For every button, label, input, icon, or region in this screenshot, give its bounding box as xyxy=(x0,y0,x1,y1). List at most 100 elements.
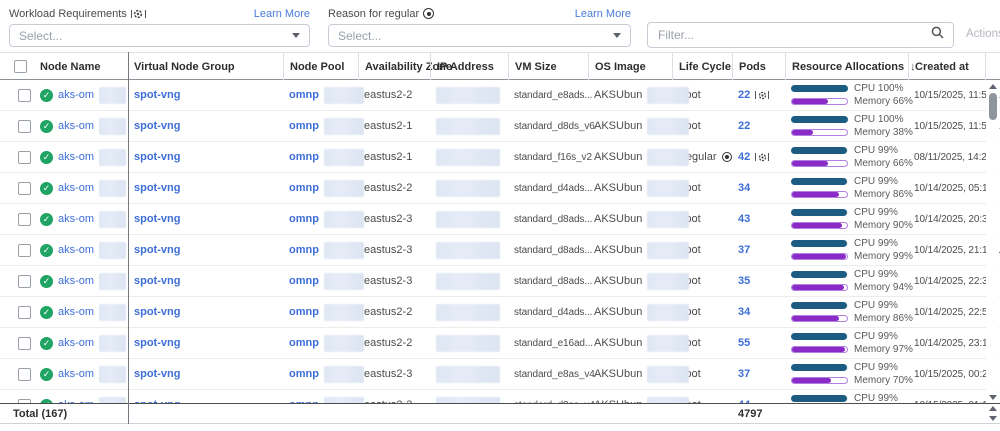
node-name-link[interactable]: aks-om xyxy=(58,151,94,163)
virtual-node-group-cell: spot-vng xyxy=(128,151,283,163)
virtual-node-group-link[interactable]: spot-vng xyxy=(134,182,180,194)
resource-allocations-cell: CPU 99% Memory 86% xyxy=(785,301,908,324)
node-name-link[interactable]: aks-om xyxy=(58,368,94,380)
virtual-node-group-link[interactable]: spot-vng xyxy=(134,368,180,380)
node-name-link[interactable]: aks-om xyxy=(58,213,94,225)
col-os-image[interactable]: OS Image xyxy=(588,53,672,80)
redacted-os-image xyxy=(647,149,689,166)
virtual-node-group-link[interactable]: spot-vng xyxy=(134,120,180,132)
pods-count-link[interactable]: 42 xyxy=(738,151,750,163)
redacted-node-name xyxy=(99,180,126,197)
pods-count-link[interactable]: 35 xyxy=(738,275,750,287)
node-pool-link[interactable]: omnp xyxy=(289,306,319,318)
col-ip-address[interactable]: IP Address xyxy=(430,53,508,80)
col-created-at[interactable]: Created at xyxy=(908,53,986,80)
actions-button[interactable]: Actions xyxy=(966,28,1000,40)
virtual-node-group-link[interactable]: spot-vng xyxy=(134,337,180,349)
table-row[interactable]: ✓ aks-om spot-vng omnp eastus2-2 standar… xyxy=(0,328,1000,359)
table-row[interactable]: ✓ aks-om spot-vng omnp eastus2-2 standar… xyxy=(0,297,1000,328)
virtual-node-group-link[interactable]: spot-vng xyxy=(134,306,180,318)
node-name-link[interactable]: aks-om xyxy=(58,306,94,318)
healthy-status-icon: ✓ xyxy=(40,337,53,350)
row-checkbox[interactable] xyxy=(18,182,31,195)
virtual-node-group-link[interactable]: spot-vng xyxy=(134,275,180,287)
node-pool-link[interactable]: omnp xyxy=(289,89,319,101)
table-row[interactable]: ✓ aks-om spot-vng omnp eastus2-3 standar… xyxy=(0,235,1000,266)
node-pool-link[interactable]: omnp xyxy=(289,120,319,132)
node-pool-link[interactable]: omnp xyxy=(289,275,319,287)
pods-count-link[interactable]: 22 xyxy=(738,89,750,101)
pods-count-link[interactable]: 34 xyxy=(738,306,750,318)
redacted-os-image xyxy=(647,335,689,352)
reason-for-regular-select[interactable]: Select... xyxy=(328,24,631,47)
row-checkbox[interactable] xyxy=(18,89,31,102)
virtual-node-group-link[interactable]: spot-vng xyxy=(134,89,180,101)
outer-scrollbar[interactable] xyxy=(986,406,999,421)
node-name-cell: ✓ aks-om xyxy=(34,180,128,197)
table-row[interactable]: ✓ aks-om spot-vng omnp eastus2-1 standar… xyxy=(0,111,1000,142)
node-name-link[interactable]: aks-om xyxy=(58,337,94,349)
col-vm-size[interactable]: VM Size xyxy=(508,53,588,80)
scroll-up-button[interactable] xyxy=(986,80,999,92)
node-pool-link[interactable]: omnp xyxy=(289,368,319,380)
node-name-cell: ✓ aks-om xyxy=(34,242,128,259)
node-pool-link[interactable]: omnp xyxy=(289,151,319,163)
row-checkbox[interactable] xyxy=(18,275,31,288)
scrollbar-thumb[interactable] xyxy=(989,93,997,120)
redacted-os-image xyxy=(647,242,689,259)
table-row[interactable]: ✓ aks-om spot-vng omnp eastus2-1 standar… xyxy=(0,142,1000,173)
virtual-node-group-link[interactable]: spot-vng xyxy=(134,244,180,256)
col-availability-zone[interactable]: Availability Zone xyxy=(358,53,430,80)
table-row[interactable]: ✓ aks-om spot-vng omnp eastus2-2 standar… xyxy=(0,173,1000,204)
pods-count-link[interactable]: 37 xyxy=(738,368,750,380)
node-name-link[interactable]: aks-om xyxy=(58,89,94,101)
node-name-link[interactable]: aks-om xyxy=(58,182,94,194)
col-pods[interactable]: Pods xyxy=(732,53,785,80)
pods-count-link[interactable]: 43 xyxy=(738,213,750,225)
node-pool-link[interactable]: omnp xyxy=(289,337,319,349)
node-name-link[interactable]: aks-om xyxy=(58,120,94,132)
col-virtual-node-group[interactable]: Virtual Node Group xyxy=(128,61,283,73)
pods-count-link[interactable]: 22 xyxy=(738,120,750,132)
healthy-status-icon: ✓ xyxy=(40,244,53,257)
workload-learn-more-link[interactable]: Learn More xyxy=(254,8,310,20)
vertical-scrollbar[interactable] xyxy=(986,80,999,403)
memory-allocation: Memory 90% xyxy=(791,221,913,231)
pods-count-link[interactable]: 34 xyxy=(738,182,750,194)
search-icon[interactable] xyxy=(931,26,944,44)
os-image-text: AKSUbun xyxy=(594,120,642,132)
row-checkbox[interactable] xyxy=(18,120,31,133)
col-node-name[interactable]: Node Name xyxy=(34,61,128,73)
virtual-node-group-link[interactable]: spot-vng xyxy=(134,213,180,225)
table-row[interactable]: ✓ aks-om spot-vng omnp eastus2-3 standar… xyxy=(0,204,1000,235)
row-checkbox[interactable] xyxy=(18,368,31,381)
virtual-node-group-link[interactable]: spot-vng xyxy=(134,151,180,163)
row-checkbox[interactable] xyxy=(18,337,31,350)
reason-learn-more-link[interactable]: Learn More xyxy=(575,8,631,20)
col-resource-allocations[interactable]: Resource Allocations ↓ xyxy=(785,53,908,80)
col-life-cycle[interactable]: Life Cycle xyxy=(672,53,732,80)
node-pool-link[interactable]: omnp xyxy=(289,182,319,194)
table-row[interactable]: ✓ aks-om spot-vng omnp eastus2-3 standar… xyxy=(0,266,1000,297)
outer-scroll-up-icon[interactable] xyxy=(989,406,997,411)
filter-input[interactable] xyxy=(648,28,931,42)
pods-count-link[interactable]: 37 xyxy=(738,244,750,256)
select-all-checkbox[interactable] xyxy=(14,60,27,73)
node-name-link[interactable]: aks-om xyxy=(58,275,94,287)
table-row[interactable]: ✓ aks-om spot-vng omnp eastus2-3 standar… xyxy=(0,359,1000,390)
row-checkbox[interactable] xyxy=(18,213,31,226)
table-row[interactable]: ✓ aks-om spot-vng omnp eastus2-2 standar… xyxy=(0,80,1000,111)
os-image-text: AKSUbun xyxy=(594,89,642,101)
col-node-pool[interactable]: Node Pool xyxy=(283,53,358,80)
scroll-down-button[interactable] xyxy=(986,391,999,403)
row-checkbox[interactable] xyxy=(18,151,31,164)
pods-count-link[interactable]: 55 xyxy=(738,337,750,349)
row-checkbox[interactable] xyxy=(18,306,31,319)
node-pool-link[interactable]: omnp xyxy=(289,244,319,256)
row-checkbox[interactable] xyxy=(18,244,31,257)
workload-requirements-select[interactable]: Select... xyxy=(9,24,310,47)
node-pool-link[interactable]: omnp xyxy=(289,213,319,225)
outer-scroll-down-icon[interactable] xyxy=(989,416,997,421)
table-row[interactable]: ✓ aks-om spot-vng omnp eastus2-3 standar… xyxy=(0,390,1000,404)
node-name-link[interactable]: aks-om xyxy=(58,244,94,256)
